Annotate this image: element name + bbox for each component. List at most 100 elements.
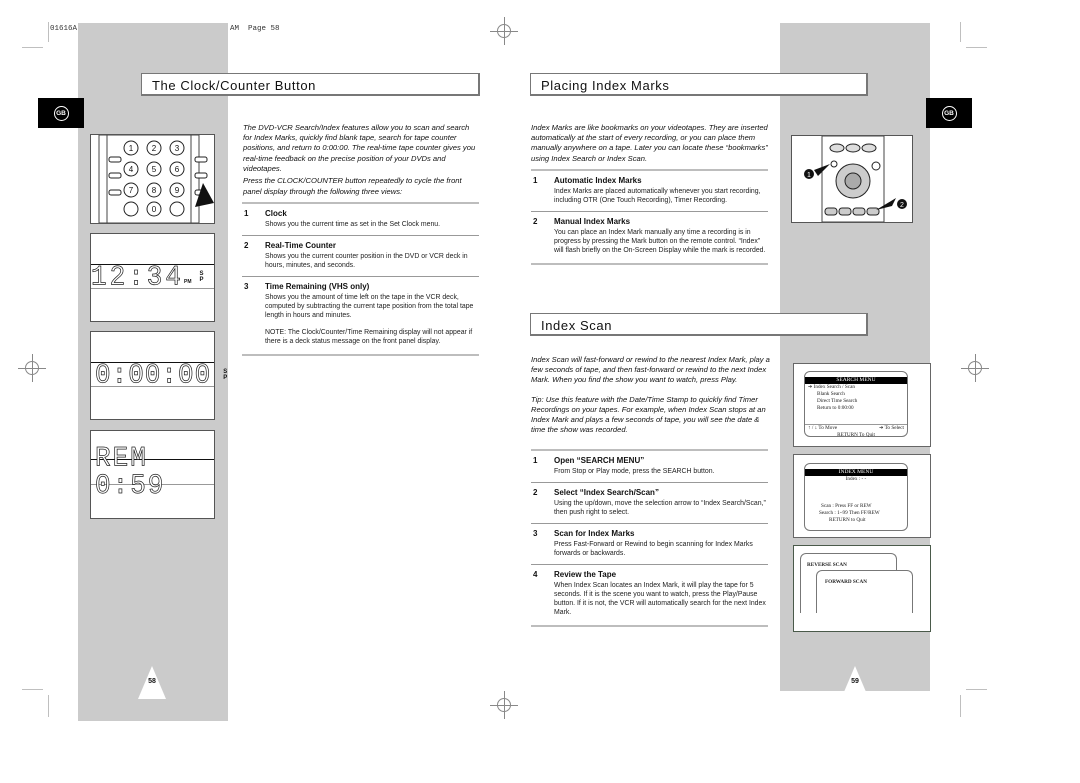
step-number: 1 — [533, 456, 538, 465]
step-title: Time Remaining (VHS only) — [265, 282, 370, 291]
gb-icon: GB — [53, 105, 69, 121]
crop-mark — [966, 47, 987, 48]
svg-text:5: 5 — [152, 165, 157, 174]
remote-navigation-illustration: 1 2 — [791, 135, 913, 223]
remote-dpad-icon: 1 2 — [804, 135, 907, 223]
step-item: 1 Automatic Index Marks Index Marks are p… — [531, 171, 768, 211]
step-description: From Stop or Play mode, press the SEARCH… — [554, 468, 715, 475]
step-item: 1 Open “SEARCH MENU” From Stop or Play mo… — [531, 451, 768, 482]
index-menu-index-value: Index : - - — [845, 476, 867, 482]
placing-index-marks-steps: 1 Automatic Index Marks Index Marks are p… — [531, 169, 768, 265]
registration-mark — [961, 354, 989, 382]
front-panel-display-counter: 0:00:00 S P — [90, 331, 227, 420]
search-menu-select-hint: ➔ To Select — [879, 425, 904, 431]
svg-text:1: 1 — [129, 144, 134, 153]
placing-index-marks-intro: Index Marks are like bookmarks on your v… — [531, 123, 768, 163]
lcd-sp-indicator: S P — [199, 270, 204, 283]
section-title-clock-counter: The Clock/Counter Button — [141, 73, 480, 96]
step-number: 1 — [244, 209, 249, 218]
step-number: 2 — [244, 241, 249, 250]
remote-keypad-icon: 1 2 3 4 5 6 7 8 9 0 — [98, 134, 214, 224]
crop-mark — [48, 22, 49, 42]
svg-text:0: 0 — [152, 205, 157, 214]
crop-mark — [22, 47, 43, 48]
tip-paragraph: Tip: Use this feature with the Date/Time… — [531, 394, 766, 435]
step-item: 2 Real-Time Counter Shows you the current… — [242, 236, 479, 276]
step-number: 3 — [244, 282, 249, 291]
registration-mark — [490, 691, 518, 719]
registration-mark — [18, 354, 46, 382]
divider — [531, 263, 768, 265]
step-title: Clock — [265, 209, 287, 218]
crop-mark — [966, 689, 987, 690]
step-title: Scan for Index Marks — [554, 529, 635, 538]
step-item: 4 Review the Tape When Index Scan locates… — [531, 565, 768, 623]
lcd-remaining-readout: REM 0:59 — [95, 442, 166, 502]
remote-control-illustration: 1 2 3 4 5 6 7 8 9 0 — [90, 134, 215, 224]
page-number-right: 59 — [851, 678, 859, 685]
step-number: 3 — [533, 529, 538, 538]
step-description: When Index Scan locates an Index Mark, i… — [554, 582, 766, 616]
index-menu-quit-hint: RETURN to Quit — [829, 517, 866, 523]
index-menu-search-hint: Search : 1~99 Then FF/REW — [819, 510, 880, 516]
step-note: NOTE: The Clock/Counter/Time Remaining d… — [265, 329, 473, 345]
step-description: You can place an Index Mark manually any… — [554, 229, 766, 254]
svg-text:9: 9 — [175, 186, 180, 195]
divider — [242, 354, 479, 356]
index-scan-intro: Index Scan will fast-forward or rewind t… — [531, 355, 771, 436]
svg-text:3: 3 — [175, 144, 180, 153]
lcd-pm-indicator: PM — [184, 279, 192, 285]
section-title-placing-index-marks: Placing Index Marks — [530, 73, 868, 96]
callout-number: 1 — [807, 172, 811, 179]
search-menu-quit-hint: RETURN To Quit — [837, 432, 875, 438]
step-description: Index Marks are placed automatically whe… — [554, 188, 761, 204]
registration-mark — [490, 17, 518, 45]
clock-counter-steps: 1 Clock Shows you the current time as set… — [242, 202, 479, 356]
lcd-counter-readout: 0:00:00 — [95, 358, 212, 391]
svg-text:8: 8 — [152, 186, 157, 195]
crop-mark — [960, 22, 961, 42]
page-number-left: 58 — [148, 678, 156, 685]
step-title: Review the Tape — [554, 570, 617, 579]
svg-text:4: 4 — [129, 165, 134, 174]
search-menu-screen: SEARCH MENU ➔ Index Search / Scan Blank … — [793, 363, 931, 447]
lcd-sp-indicator: S P — [223, 368, 228, 381]
reverse-scan-label: REVERSE SCAN — [807, 562, 847, 568]
search-menu-item: Return to 0:00:00 — [817, 405, 854, 411]
scan-direction-screen: REVERSE SCAN FORWARD SCAN — [793, 545, 931, 632]
index-scan-steps: 1 Open “SEARCH MENU” From Stop or Play mo… — [531, 449, 768, 627]
step-title: Automatic Index Marks — [554, 176, 642, 185]
language-badge-right: GB — [926, 98, 972, 128]
step-description: Shows you the amount of time left on the… — [265, 294, 474, 319]
front-panel-display-clock: 12:34 PM S P — [90, 233, 215, 322]
step-item: 1 Clock Shows you the current time as set… — [242, 204, 479, 235]
step-description: Using the up/down, move the selection ar… — [554, 500, 766, 516]
step-item: 3 Time Remaining (VHS only) Shows you the… — [242, 277, 479, 352]
step-description: Press Fast-Forward or Rewind to begin sc… — [554, 541, 753, 557]
step-number: 1 — [533, 176, 538, 185]
intro-paragraph: Index Scan will fast-forward or rewind t… — [531, 355, 770, 385]
crop-mark — [22, 689, 43, 690]
language-badge-left: GB — [38, 98, 84, 128]
step-title: Manual Index Marks — [554, 217, 631, 226]
gb-icon: GB — [941, 105, 957, 121]
step-title: Real-Time Counter — [265, 241, 336, 250]
crop-mark — [48, 695, 49, 717]
forward-scan-label: FORWARD SCAN — [825, 579, 868, 585]
clock-counter-intro: The DVD-VCR Search/Index features allow … — [243, 123, 480, 198]
index-menu-scan-hint: Scan : Press FF or REW — [821, 503, 872, 509]
intro-paragraph: Press the CLOCK/COUNTER button repeatedl… — [243, 176, 462, 197]
step-number: 4 — [533, 570, 538, 579]
callout-number: 2 — [900, 202, 904, 209]
divider — [531, 625, 768, 627]
step-item: 2 Select “Index Search/Scan” Using the up… — [531, 483, 768, 523]
step-item: 2 Manual Index Marks You can place an Ind… — [531, 212, 768, 261]
svg-text:2: 2 — [152, 144, 157, 153]
front-panel-display-remaining: REM 0:59 — [90, 430, 215, 519]
crop-mark — [960, 695, 961, 717]
svg-text:6: 6 — [175, 165, 180, 174]
search-menu-header: SEARCH MENU — [805, 377, 907, 384]
search-menu-item: Blank Search — [817, 391, 845, 397]
svg-text:7: 7 — [129, 186, 134, 195]
search-menu-item: ➔ Index Search / Scan — [808, 384, 855, 390]
